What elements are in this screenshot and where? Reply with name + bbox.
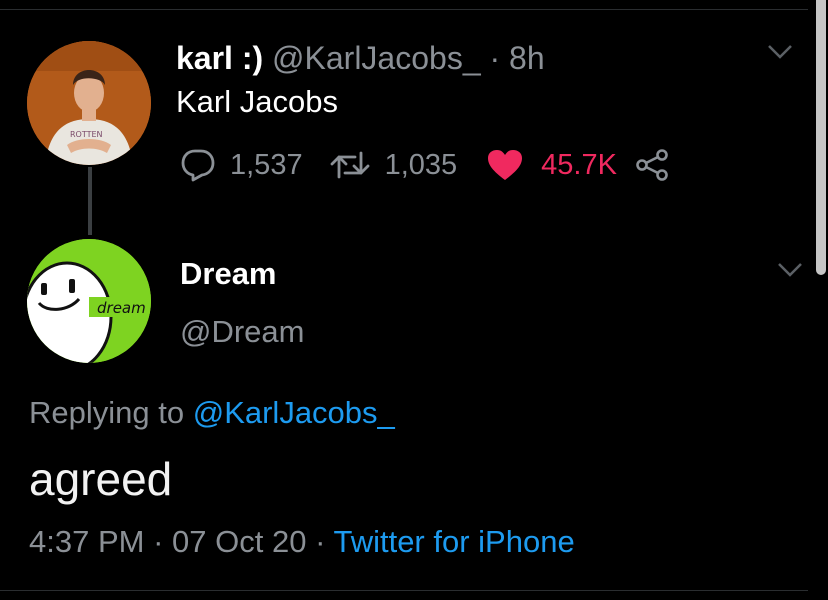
chevron-down-icon[interactable] (777, 262, 803, 278)
replying-prefix: Replying to (29, 395, 185, 430)
dream-avatar[interactable]: dream (27, 239, 151, 363)
retweet-count: 1,035 (384, 148, 458, 181)
retweet-icon (330, 151, 369, 179)
replying-to-mention[interactable]: @KarlJacobs_ (193, 395, 395, 430)
share-icon (636, 149, 668, 181)
meta-separator: · (153, 524, 164, 559)
scrollbar-thumb[interactable] (816, 0, 826, 275)
chevron-down-icon[interactable] (767, 44, 793, 60)
top-divider (0, 9, 808, 10)
parent-tweet-text: Karl Jacobs (176, 84, 338, 119)
like-button[interactable]: 45.7K (487, 149, 617, 182)
like-count: 45.7K (541, 148, 617, 181)
tweet-meta: 4:37 PM · 07 Oct 20 · Twitter for iPhone (29, 524, 575, 560)
reply-button[interactable]: 1,537 (180, 148, 303, 182)
thread-connector (88, 167, 92, 235)
share-button[interactable] (635, 149, 669, 181)
reply-count: 1,537 (230, 148, 303, 181)
retweet-button[interactable]: 1,035 (329, 148, 458, 182)
parent-time[interactable]: 8h (509, 40, 545, 76)
tweet-date[interactable]: 07 Oct 20 (172, 524, 306, 559)
parent-display-name[interactable]: karl :) (176, 40, 263, 76)
karl-avatar[interactable]: ROTTEN (27, 41, 151, 165)
tweet-time[interactable]: 4:37 PM (29, 524, 144, 559)
karl-avatar-photo: ROTTEN (27, 41, 151, 165)
tweet-client[interactable]: Twitter for iPhone (333, 524, 574, 559)
bottom-divider (0, 590, 808, 591)
reply-tweet-text: agreed (29, 453, 173, 505)
replying-to-line: Replying to @KarlJacobs_ (29, 395, 395, 431)
parent-tweet-header: karl :) @KarlJacobs_ · 8h (176, 40, 545, 77)
dream-avatar-image: dream (27, 239, 151, 363)
meta-separator-2: · (315, 524, 326, 559)
reply-handle[interactable]: @Dream (180, 314, 304, 350)
shirt-text: ROTTEN (70, 130, 103, 139)
header-separator: · (489, 40, 501, 76)
dream-avatar-label: dream (97, 299, 146, 317)
parent-handle[interactable]: @KarlJacobs_ (272, 40, 481, 76)
reply-icon (181, 149, 215, 182)
parent-tweet-actions: 1,537 1,035 45.7K (180, 145, 669, 185)
reply-display-name[interactable]: Dream (180, 256, 277, 292)
heart-icon (488, 150, 523, 180)
scrollbar[interactable] (814, 0, 828, 600)
